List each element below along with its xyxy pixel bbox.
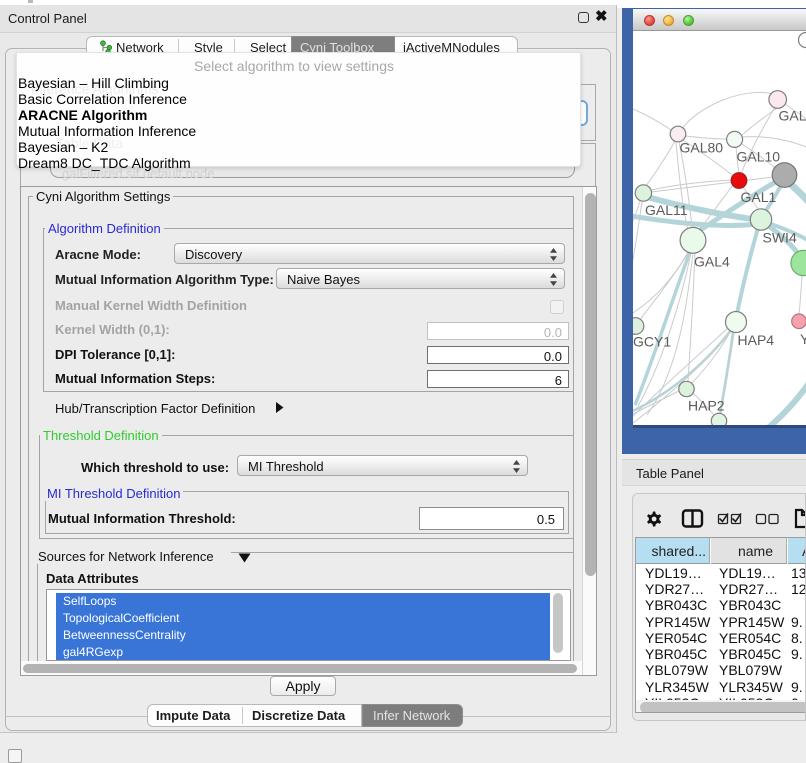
svg-text:HAP2: HAP2 [688, 398, 725, 414]
svg-text:GAL80: GAL80 [680, 140, 724, 156]
svg-text:Y: Y [800, 331, 806, 347]
svg-text:HAP4: HAP4 [738, 332, 775, 348]
svg-text:GAL2: GAL2 [779, 108, 806, 124]
svg-text:GCY1: GCY1 [633, 334, 671, 350]
svg-text:GAL1: GAL1 [741, 189, 777, 205]
svg-text:SWI4: SWI4 [763, 229, 797, 245]
svg-text:GAL4: GAL4 [694, 253, 730, 269]
svg-text:GAL11: GAL11 [645, 202, 688, 218]
svg-text:GAL10: GAL10 [737, 149, 781, 165]
